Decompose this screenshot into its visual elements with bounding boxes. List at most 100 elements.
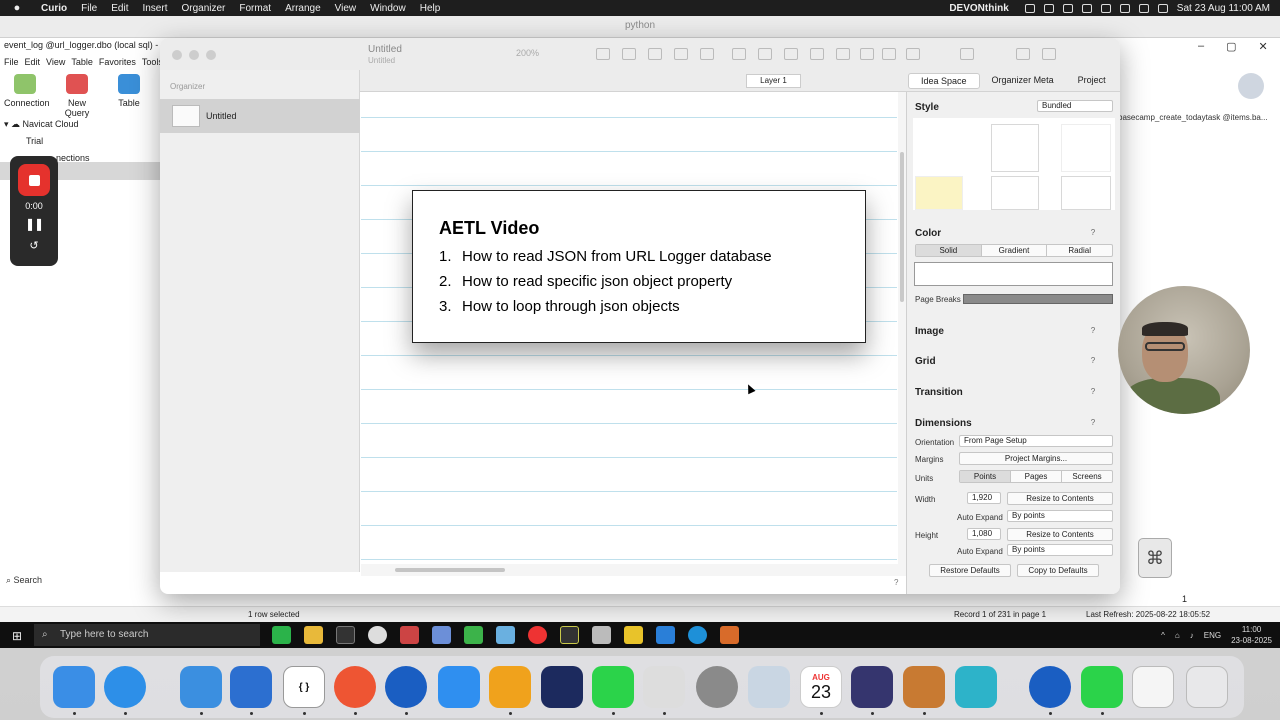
layer-select[interactable]: Layer 1 [746,74,801,88]
trash-icon[interactable] [1186,666,1228,708]
pages-option[interactable]: Pages [1011,471,1062,482]
navicat-menu-file[interactable]: File [4,57,19,67]
navicat-page-number[interactable]: 1 [1182,594,1187,604]
user-avatar[interactable] [1238,73,1264,99]
app-icon[interactable] [903,666,945,708]
language-indicator[interactable]: ENG [1204,631,1221,640]
points-option[interactable]: Points [960,471,1011,482]
1password-icon[interactable] [1029,666,1071,708]
pause-icon[interactable]: ❚❚ [10,217,58,231]
airmail-icon[interactable] [180,666,222,708]
shape-tool-icon[interactable] [674,48,688,60]
wifi-icon[interactable] [1138,3,1149,13]
menu-curio[interactable]: Curio [34,3,74,14]
tree-item-trial[interactable]: Trial [4,133,90,150]
help-icon[interactable]: ? [1088,326,1098,336]
bbedit-icon[interactable] [851,666,893,708]
transition-heading[interactable]: Transition [915,387,963,398]
menu-insert[interactable]: Insert [135,3,174,14]
color-well[interactable] [914,262,1113,286]
scripting-app-icon[interactable] [643,666,685,708]
app-icon[interactable] [496,626,515,644]
project-margins-button[interactable]: Project Margins... [959,452,1113,465]
status-icon[interactable] [1081,3,1092,13]
style-gallery[interactable] [913,118,1115,210]
command-key-icon[interactable]: ⌘ [1138,538,1172,578]
vertical-scrollbar[interactable] [898,92,906,564]
chrome-icon[interactable] [334,666,376,708]
bookmark-app-icon[interactable] [230,666,272,708]
chrome-icon[interactable] [528,626,547,644]
maximize-icon[interactable]: ▢ [1226,40,1236,53]
vscode-icon[interactable] [656,626,675,644]
width-field[interactable]: 1,920 [967,492,1001,504]
folder-icon[interactable] [304,626,323,644]
mindmap-icon[interactable] [784,48,798,60]
copy-to-defaults-button[interactable]: Copy to Defaults [1017,564,1099,577]
menu-help[interactable]: Help [413,3,448,14]
menu-view[interactable]: View [328,3,364,14]
taskbar-search[interactable]: ⌕ Type here to search [34,624,260,646]
line-tool-icon[interactable] [648,48,662,60]
navicat-menu-view[interactable]: View [46,57,65,67]
orientation-select[interactable]: From Page Setup [959,435,1113,447]
navicat-menu-edit[interactable]: Edit [25,57,41,67]
navicat-menu-table[interactable]: Table [71,57,93,67]
menu-edit[interactable]: Edit [104,3,135,14]
table-icon[interactable] [810,48,824,60]
json-editor-icon[interactable]: { } [283,666,325,708]
inspector-icon[interactable] [1016,48,1030,60]
finder-icon[interactable] [53,666,95,708]
app-icon[interactable] [624,626,643,644]
text-figure[interactable]: AETL Video 1. How to read JSON from URL L… [412,190,866,343]
app-icon[interactable] [489,666,531,708]
app-icon[interactable] [400,626,419,644]
tab-organizer-meta[interactable]: Organizer Meta [980,73,1066,89]
image-heading[interactable]: Image [915,326,944,337]
status-icon[interactable] [1024,3,1035,13]
search-icon[interactable] [1042,48,1056,60]
screens-option[interactable]: Screens [1062,471,1112,482]
1password-icon[interactable] [385,666,427,708]
connection-button[interactable]: Connection [4,74,50,118]
menubar-clock[interactable]: Sat 23 Aug 11:00 AM [1177,3,1270,14]
share-icon[interactable] [960,48,974,60]
new-query-button[interactable]: New Query [56,74,98,118]
app-icon[interactable] [720,626,739,644]
preview-icon[interactable] [748,666,790,708]
solid-option[interactable]: Solid [916,245,982,256]
close-icon[interactable]: ✕ [1259,40,1268,53]
pin-icon[interactable] [882,48,896,60]
navicat-search[interactable]: ⌕ Search [6,575,42,586]
restart-icon[interactable]: ↺ [10,239,58,252]
settings-icon[interactable] [432,626,451,644]
gradient-option[interactable]: Gradient [982,245,1048,256]
restore-defaults-button[interactable]: Restore Defaults [929,564,1011,577]
apple-icon[interactable]: ● [0,2,34,14]
calendar-icon[interactable]: AUG 23 [800,666,842,708]
devonthink-menu[interactable]: DEVONthink [942,3,1015,14]
app-icon[interactable] [592,626,611,644]
menu-file[interactable]: File [74,3,104,14]
app-icon[interactable] [560,626,579,644]
volume-icon[interactable]: ♪ [1190,631,1194,640]
menu-arrange[interactable]: Arrange [278,3,328,14]
text-tool-icon[interactable] [622,48,636,60]
list-icon[interactable] [758,48,772,60]
tray-chevron-icon[interactable]: ^ [1161,631,1165,640]
tab-idea-space[interactable]: Idea Space [908,73,980,89]
minimize-icon[interactable]: – [1198,40,1204,53]
app-icon[interactable] [541,666,583,708]
app-icon[interactable] [464,626,483,644]
menu-organizer[interactable]: Organizer [174,3,232,14]
stop-recording-button[interactable] [18,164,50,196]
select-tool-icon[interactable] [596,48,610,60]
table-button[interactable]: Table [108,74,150,118]
index-card-icon[interactable] [836,48,850,60]
app-icon[interactable] [688,626,707,644]
pen-tool-icon[interactable] [700,48,714,60]
system-settings-icon[interactable] [696,666,738,708]
status-icon[interactable] [1119,3,1130,13]
control-center-icon[interactable] [1157,3,1168,13]
horizontal-scrollbar[interactable] [361,564,906,576]
